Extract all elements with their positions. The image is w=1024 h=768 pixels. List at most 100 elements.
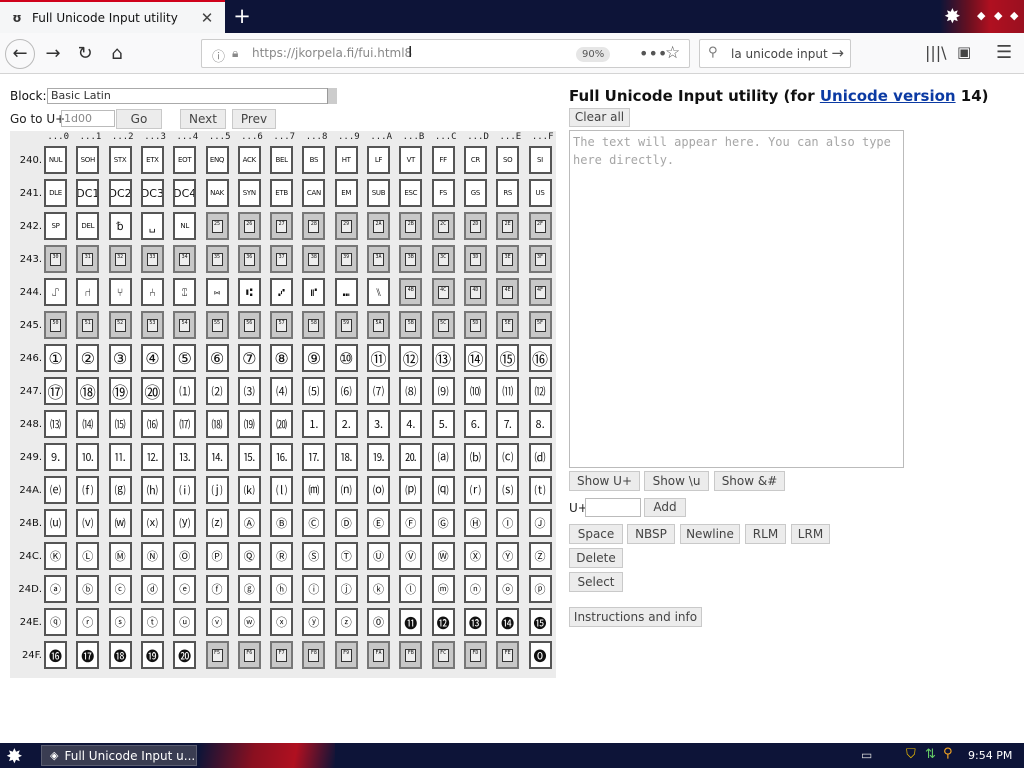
char-cell[interactable]: Ⓜ bbox=[108, 542, 132, 570]
char-cell[interactable]: 33 bbox=[140, 245, 164, 273]
block-select-arrow[interactable] bbox=[327, 88, 337, 104]
char-cell[interactable]: NAK bbox=[205, 179, 229, 207]
char-cell[interactable]: ⑃ bbox=[140, 278, 164, 306]
rlm-button[interactable]: RLM bbox=[745, 524, 786, 544]
minimize-icon[interactable]: ◆ bbox=[977, 9, 985, 22]
reload-button[interactable]: ↻ bbox=[70, 39, 100, 69]
char-cell[interactable]: ⓩ bbox=[334, 608, 358, 636]
char-cell[interactable]: 5F bbox=[528, 311, 552, 339]
char-cell[interactable]: SO bbox=[496, 146, 520, 174]
char-cell[interactable]: ⑤ bbox=[173, 344, 197, 372]
char-cell[interactable]: ⒧ bbox=[270, 476, 294, 504]
char-cell[interactable]: ⑧ bbox=[270, 344, 294, 372]
taskbar-item-firefox[interactable]: ◈ Full Unicode Input u... bbox=[41, 745, 197, 766]
char-cell[interactable]: ⒦ bbox=[237, 476, 261, 504]
char-cell[interactable]: 5D bbox=[463, 311, 487, 339]
char-cell[interactable]: ⓖ bbox=[237, 575, 261, 603]
char-cell[interactable]: ⑼ bbox=[431, 377, 455, 405]
char-cell[interactable]: 54 bbox=[173, 311, 197, 339]
page-actions-icon[interactable]: ••• bbox=[639, 44, 667, 63]
char-cell[interactable]: 29 bbox=[334, 212, 358, 240]
char-cell[interactable]: ⑀ bbox=[44, 278, 67, 306]
char-cell[interactable]: ⒳ bbox=[140, 509, 164, 537]
char-cell[interactable]: ⒥ bbox=[205, 476, 229, 504]
char-cell[interactable]: ⑯ bbox=[528, 344, 552, 372]
char-cell[interactable]: ⑶ bbox=[237, 377, 261, 405]
char-cell[interactable]: ⑦ bbox=[237, 344, 261, 372]
char-cell[interactable]: Ⓝ bbox=[140, 542, 164, 570]
goto-input[interactable]: 1d00 bbox=[61, 110, 115, 127]
char-cell[interactable]: Ⓦ bbox=[431, 542, 455, 570]
char-cell[interactable]: 2F bbox=[528, 212, 552, 240]
char-cell[interactable]: DEL bbox=[76, 212, 100, 240]
char-cell[interactable]: ␣ bbox=[140, 212, 164, 240]
char-cell[interactable]: ⒑ bbox=[76, 443, 100, 471]
char-cell[interactable]: ⓗ bbox=[270, 575, 294, 603]
char-cell[interactable]: ⒛ bbox=[399, 443, 423, 471]
char-cell[interactable]: ⓧ bbox=[270, 608, 294, 636]
char-cell[interactable]: ⓤ bbox=[173, 608, 197, 636]
char-cell[interactable]: ⑨ bbox=[302, 344, 326, 372]
char-cell[interactable]: ⑽ bbox=[463, 377, 487, 405]
char-cell[interactable]: ⒃ bbox=[140, 410, 164, 438]
char-cell[interactable]: ␢ bbox=[108, 212, 132, 240]
char-cell[interactable]: ⓢ bbox=[108, 608, 132, 636]
lrm-button[interactable]: LRM bbox=[791, 524, 830, 544]
unicode-version-link[interactable]: Unicode version bbox=[820, 87, 956, 105]
char-cell[interactable]: 39 bbox=[334, 245, 358, 273]
char-cell[interactable]: ⑉ bbox=[334, 278, 358, 306]
clear-all-button[interactable]: Clear all bbox=[569, 108, 630, 127]
char-cell[interactable]: ⑫ bbox=[399, 344, 423, 372]
url-text[interactable]: https://jkorpela.fi/fui.html8 bbox=[252, 46, 412, 60]
char-cell[interactable]: ⑈ bbox=[302, 278, 326, 306]
char-cell[interactable]: ⒏ bbox=[528, 410, 552, 438]
keyboard-icon[interactable]: ▭ bbox=[861, 748, 872, 762]
char-cell[interactable]: ⑴ bbox=[173, 377, 197, 405]
bookmark-star-icon[interactable]: ☆ bbox=[665, 43, 680, 63]
char-cell[interactable]: 57 bbox=[270, 311, 294, 339]
char-cell[interactable]: ⒌ bbox=[431, 410, 455, 438]
char-cell[interactable]: GS bbox=[463, 179, 487, 207]
next-button[interactable]: Next bbox=[180, 109, 226, 129]
char-cell[interactable]: ⓪ bbox=[367, 608, 390, 636]
char-cell[interactable]: ⒬ bbox=[431, 476, 455, 504]
char-cell[interactable]: SI bbox=[528, 146, 552, 174]
char-cell[interactable]: ⒫ bbox=[399, 476, 423, 504]
close-window-icon[interactable]: ◆ bbox=[1010, 9, 1018, 22]
char-cell[interactable]: ⑳ bbox=[140, 377, 164, 405]
char-cell[interactable]: ⑮ bbox=[496, 344, 520, 372]
block-select[interactable]: Basic Latin bbox=[47, 88, 337, 104]
char-cell[interactable]: Ⓟ bbox=[205, 542, 229, 570]
char-cell[interactable]: ⒂ bbox=[108, 410, 132, 438]
char-cell[interactable]: ⓮ bbox=[496, 608, 520, 636]
char-cell[interactable]: SYN bbox=[237, 179, 261, 207]
menu-icon[interactable]: ☰ bbox=[996, 42, 1012, 63]
char-cell[interactable]: 3C bbox=[431, 245, 455, 273]
char-cell[interactable]: LF bbox=[367, 146, 390, 174]
char-cell[interactable]: ⒔ bbox=[173, 443, 197, 471]
shield-icon[interactable]: ⛉ bbox=[906, 747, 916, 762]
char-cell[interactable]: ⑥ bbox=[205, 344, 229, 372]
codepoint-input[interactable] bbox=[585, 498, 641, 517]
char-cell[interactable]: ⓣ bbox=[140, 608, 164, 636]
char-cell[interactable]: Ⓩ bbox=[528, 542, 552, 570]
char-cell[interactable]: Ⓥ bbox=[399, 542, 423, 570]
char-cell[interactable]: 5E bbox=[496, 311, 520, 339]
char-cell[interactable]: ⓛ bbox=[399, 575, 423, 603]
char-cell[interactable]: ⒮ bbox=[496, 476, 520, 504]
char-cell[interactable]: ⒝ bbox=[463, 443, 487, 471]
char-cell[interactable]: ⓒ bbox=[108, 575, 132, 603]
char-cell[interactable]: ⑸ bbox=[302, 377, 326, 405]
start-menu-icon[interactable]: ✸ bbox=[6, 744, 23, 768]
char-cell[interactable]: Ⓣ bbox=[334, 542, 358, 570]
char-cell[interactable]: F6 bbox=[237, 641, 261, 669]
search-bar[interactable]: ⚲ la unicode input → bbox=[699, 39, 851, 68]
char-cell[interactable]: ⒈ bbox=[302, 410, 326, 438]
char-cell[interactable]: ⒕ bbox=[205, 443, 229, 471]
char-cell[interactable]: ⓭ bbox=[463, 608, 487, 636]
char-cell[interactable]: Ⓑ bbox=[270, 509, 294, 537]
char-cell[interactable]: FS bbox=[431, 179, 455, 207]
prev-button[interactable]: Prev bbox=[232, 109, 276, 129]
char-cell[interactable]: ⒩ bbox=[334, 476, 358, 504]
char-cell[interactable]: Ⓙ bbox=[528, 509, 552, 537]
